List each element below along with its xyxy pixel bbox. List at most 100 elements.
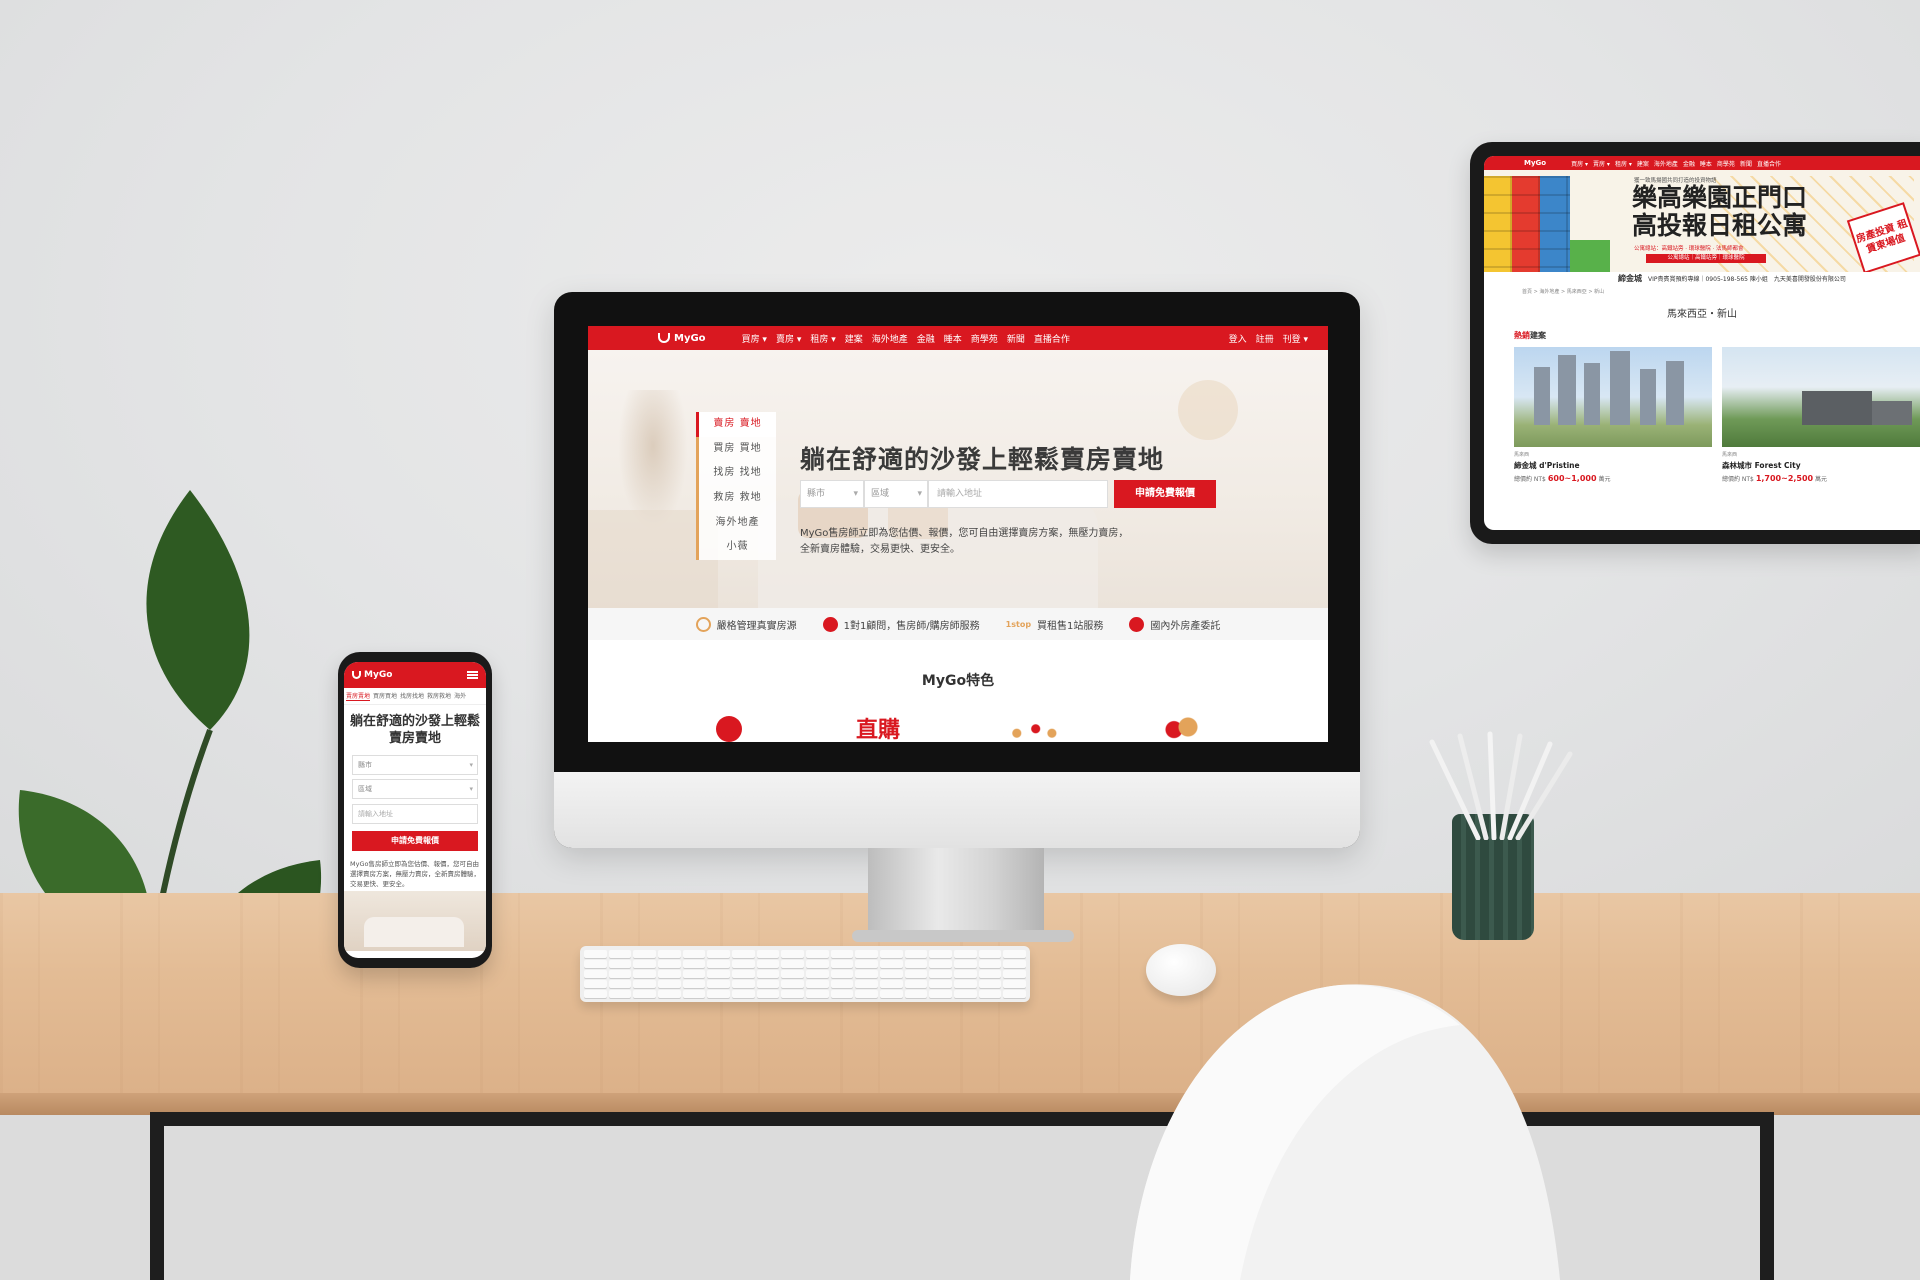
project-card[interactable]: 馬來西 森林城市 Forest City 總價約 NT$ 1,700~2,500… (1722, 347, 1920, 483)
tablet-nav: MyGo 買房 ▾ 賣房 ▾ 租房 ▾ 建案 海外地產 金融 睡本 商學苑 新聞… (1484, 156, 1920, 170)
breadcrumb[interactable]: 首頁 > 海外地產 > 馬來西亞 > 新山 (1484, 284, 1920, 295)
hero-section: 賣房 賣地 買房 買地 找房 找地 救房 救地 海外地產 小薇 躺在舒適的沙發上… (588, 350, 1328, 608)
mobile-address-input[interactable]: 請輸入地址 (352, 804, 478, 824)
promo-banner[interactable]: 獲一致馬揚國共同打造的投資物語 樂高樂園正門口 高投報日租公寓 公寓總站：高鐵站… (1484, 170, 1920, 284)
mobile-tab-find[interactable]: 找房找地 (400, 691, 424, 701)
nav-item-sell[interactable]: 賣房 ▾ (776, 332, 801, 345)
project-card[interactable]: 馬來西 締金城 d'Pristine 總價約 NT$ 600~1,000 萬元 (1514, 347, 1712, 483)
t-nav-item[interactable]: 建案 (1637, 159, 1649, 168)
tower-shape (1610, 351, 1630, 425)
service-side-menu: 賣房 賣地 買房 買地 找房 找地 救房 救地 海外地產 小薇 (696, 412, 776, 561)
quote-search-form: 縣市 區域 請輸入地址 申請免費報價 (800, 480, 1216, 508)
mobile-nav: MyGo (344, 662, 486, 688)
side-item-buy[interactable]: 買房 買地 (696, 436, 776, 462)
nav-item-book[interactable]: 睡本 (944, 332, 962, 345)
feature-text: 國內外房產委託 (1150, 620, 1221, 632)
login-link[interactable]: 登入 (1229, 332, 1247, 345)
imac-foot (852, 930, 1074, 942)
price-value: 1,700~2,500 (1755, 474, 1814, 483)
project-name: 締金城 d'Pristine (1514, 461, 1580, 470)
nav-item-live[interactable]: 直播合作 (1034, 332, 1070, 345)
banner-footer: 締金城 VIP貴賓賞預約專線｜0905-198-565 陳小姐 九天美喜開發股份… (1484, 272, 1920, 284)
desktop-logo[interactable]: MyGo (658, 333, 706, 344)
imac-chin (554, 772, 1360, 848)
nav-item-projects[interactable]: 建案 (845, 332, 863, 345)
t-nav-item[interactable]: 直播合作 (1757, 159, 1781, 168)
wallet-icon (1160, 714, 1200, 740)
person-icon (822, 616, 838, 632)
side-item-rescue[interactable]: 救房 救地 (696, 486, 776, 511)
globe-icon (1129, 616, 1145, 632)
hot-suffix: 建案 (1530, 331, 1546, 340)
desktop-nav: MyGo 買房 ▾ 賣房 ▾ 租房 ▾ 建案 海外地產 金融 睡本 商學苑 新聞… (588, 326, 1328, 350)
t-nav-item[interactable]: 賣房 ▾ (1593, 159, 1610, 168)
city-select[interactable]: 縣市 (800, 480, 864, 508)
mobile-tab-rescue[interactable]: 救房救地 (427, 691, 451, 701)
mobile-logo[interactable]: MyGo (352, 670, 392, 680)
t-nav-item[interactable]: 新聞 (1740, 159, 1752, 168)
t-nav-item[interactable]: 海外地產 (1654, 159, 1678, 168)
tower-shape (1584, 363, 1600, 425)
nav-item-overseas[interactable]: 海外地產 (872, 332, 908, 345)
t-nav-item[interactable]: 金融 (1683, 159, 1695, 168)
tablet-screen: MyGo 買房 ▾ 賣房 ▾ 租房 ▾ 建案 海外地產 金融 睡本 商學苑 新聞… (1484, 156, 1920, 530)
region-title: 馬來西亞・新山 (1667, 309, 1737, 320)
nav-item-academy[interactable]: 商學苑 (971, 332, 998, 345)
banner-pill: 公寓總站｜高鐵站旁｜環球醫院 (1646, 254, 1766, 263)
lego-bricks-graphic (1484, 176, 1570, 284)
villa-shape (1802, 391, 1872, 425)
nav-item-buy[interactable]: 買房 ▾ (742, 332, 767, 345)
chair-decoration (1130, 984, 1560, 1280)
nav-links: 買房 ▾ 賣房 ▾ 租房 ▾ 建案 海外地產 金融 睡本 商學苑 新聞 直播合作 (742, 332, 1070, 345)
price-unit: 萬元 (1815, 476, 1828, 483)
pencils-decoration (1429, 731, 1573, 840)
free-quote-button[interactable]: 申請免費報價 (1114, 480, 1216, 508)
mobile-district-select[interactable]: 區域 (352, 779, 478, 799)
mobile-tab-buy[interactable]: 買房買地 (373, 691, 397, 701)
banner-subtext: 公寓總站：高鐵站旁 ‧ 環球醫院 ‧ 法馬師都會 (1634, 246, 1744, 252)
mobile-tab-sell[interactable]: 賣房賣地 (346, 691, 371, 701)
hero-description: MyGo售房師立即為您估價、報價，您可自由選擇賣房方案，無壓力賣房，全新賣房體驗… (800, 528, 1129, 555)
mobile-tab-overseas[interactable]: 海外 (454, 691, 466, 701)
feature-icons-row: 直購 (588, 712, 1328, 742)
mobile-free-quote-button[interactable]: 申請免費報價 (352, 831, 478, 851)
imac-stand (868, 848, 1044, 938)
feature-bar: 嚴格管理真實房源 1對1顧問，售房師/購房師服務 1stop 買租售1站服務 國… (588, 608, 1328, 640)
district-select[interactable]: 區域 (864, 480, 928, 508)
project-image (1722, 347, 1920, 447)
nav-item-news[interactable]: 新聞 (1007, 332, 1025, 345)
section-title: MyGo特色 (921, 673, 995, 689)
mygo-logo-icon (658, 333, 670, 343)
side-item-find[interactable]: 找房 找地 (696, 461, 776, 487)
tower-shape (1640, 369, 1656, 425)
banner-project-name: 締金城 (1618, 273, 1642, 283)
side-item-overseas[interactable]: 海外地產 (696, 510, 776, 536)
feature-text: 1對1顧問，售房師/購房師服務 (843, 620, 980, 632)
side-item-assistant[interactable]: 小薇 (696, 535, 776, 561)
project-name: 森林城市 Forest City (1722, 461, 1801, 470)
desk-leg (150, 1112, 164, 1280)
hamburger-menu-icon[interactable] (467, 671, 478, 679)
price-value: 600~1,000 (1547, 474, 1597, 483)
post-listing-link[interactable]: 刊登 ▾ (1283, 332, 1308, 345)
advisor-icon (716, 716, 742, 742)
t-nav-item[interactable]: 租房 ▾ (1615, 159, 1632, 168)
keyboard (580, 946, 1030, 1002)
t-nav-item[interactable]: 睡本 (1700, 159, 1712, 168)
mobile-description: MyGo售房師立即為您估價、報價，您可自由選擇賣房方案，無壓力賣房，全新賣房體驗… (350, 860, 480, 888)
1stop-icon: 1stop (1005, 619, 1032, 629)
side-item-sell[interactable]: 賣房 賣地 (696, 412, 776, 437)
feature-item: 嚴格管理真實房源 (695, 616, 797, 632)
t-nav-item[interactable]: 商學苑 (1717, 159, 1735, 168)
tablet-logo[interactable]: MyGo (1524, 159, 1546, 167)
t-nav-item[interactable]: 買房 ▾ (1571, 159, 1588, 168)
project-price: 總價約 NT$ 600~1,000 萬元 (1514, 474, 1712, 483)
nav-item-finance[interactable]: 金融 (917, 332, 935, 345)
mygo-logo-icon (352, 671, 361, 679)
address-input[interactable]: 請輸入地址 (928, 480, 1108, 508)
nav-item-rent[interactable]: 租房 ▾ (810, 332, 835, 345)
price-unit: 萬元 (1598, 476, 1611, 483)
nav-account: 登入 註冊 刊登 ▾ (1229, 332, 1308, 345)
register-link[interactable]: 註冊 (1256, 332, 1274, 345)
mobile-city-select[interactable]: 縣市 (352, 755, 478, 775)
